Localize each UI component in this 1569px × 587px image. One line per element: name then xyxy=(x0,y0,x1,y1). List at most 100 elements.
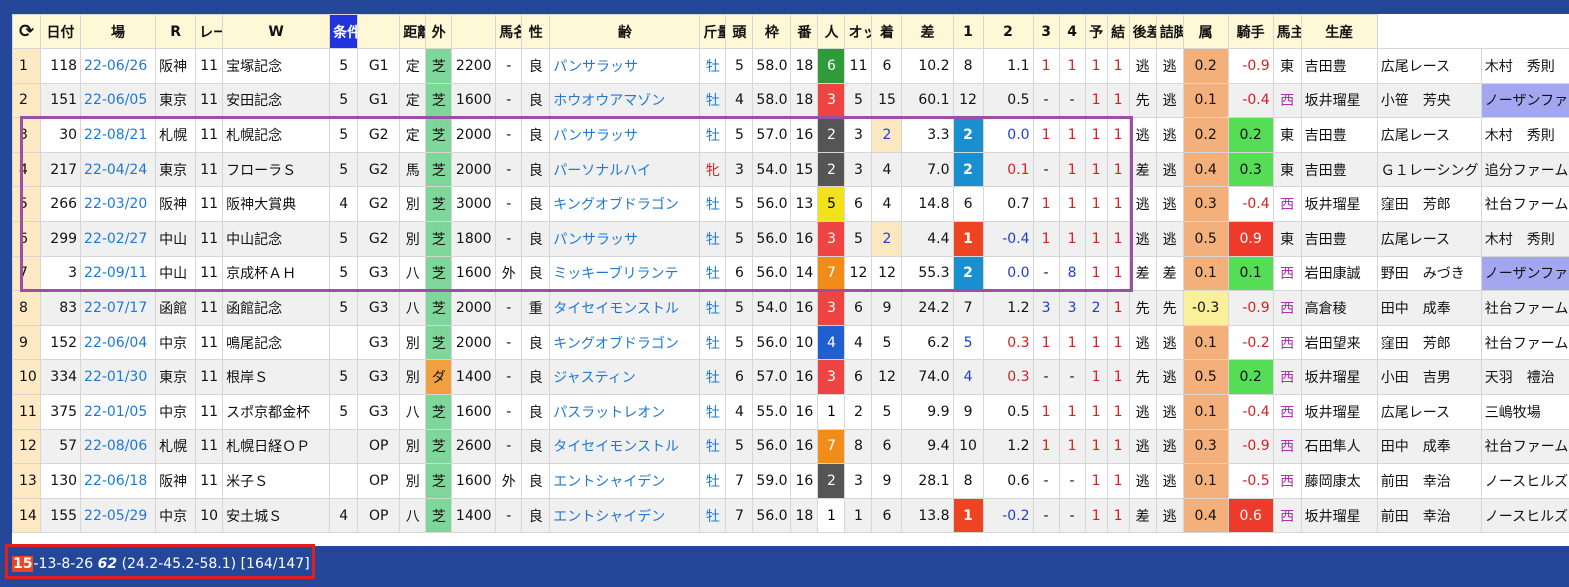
column-header[interactable]: 馬名 xyxy=(495,14,523,49)
column-header[interactable]: 4 xyxy=(1058,14,1086,49)
horse-name-link[interactable]: タイセイモンストル xyxy=(549,290,701,326)
closing-speed: 0.3 xyxy=(1227,151,1274,188)
race-date-link[interactable]: 22-09/11 xyxy=(80,255,157,292)
cell: 8 xyxy=(844,428,873,465)
horse-name-link[interactable]: ホウオウアマゾン xyxy=(549,82,701,119)
race-date-link[interactable]: 22-07/17 xyxy=(80,290,157,326)
table-row[interactable]: 4 217 22-04/24 東京 11 フローラＳ 5 G2 馬芝 2000- 良パーソナルハイ牝… xyxy=(12,151,1569,188)
refresh-icon[interactable]: ⟳ xyxy=(12,14,42,49)
column-header[interactable]: 馬主 xyxy=(1272,14,1302,49)
column-header[interactable] xyxy=(357,14,401,49)
column-header[interactable]: 外 xyxy=(425,14,453,49)
column-header[interactable]: 騎手 xyxy=(1227,14,1274,49)
after-diff: 0.4 xyxy=(1182,497,1229,534)
table-row[interactable]: 1 118 22-06/26 阪神 11 宝塚記念 5 G1 定芝 2200- 良パンサラッサ牡 5 5… xyxy=(12,48,1569,84)
column-header[interactable]: 結 xyxy=(1106,14,1130,49)
affiliation: 東 xyxy=(1272,117,1302,153)
column-header[interactable]: 2 xyxy=(982,14,1034,49)
cell: 12 xyxy=(844,255,873,292)
column-header[interactable]: 性 xyxy=(521,14,551,49)
table-row[interactable]: 2 151 22-06/05 東京 11 安田記念 5 G1 定芝 1600- 良ホウオウアマゾン牡… xyxy=(12,82,1569,119)
race-date-link[interactable]: 22-06/26 xyxy=(80,48,157,84)
owner: 広尾レース xyxy=(1376,117,1482,153)
column-header[interactable]: 番 xyxy=(790,14,819,49)
corner-position: 3 xyxy=(1058,290,1086,326)
race-date-link[interactable]: 22-01/05 xyxy=(80,393,157,430)
horse-name-link[interactable]: キングオブドラゴン xyxy=(549,324,701,361)
horse-name-link[interactable]: パンサラッサ xyxy=(549,117,701,153)
closing-speed: -0.9 xyxy=(1227,48,1274,84)
table-row[interactable]: 3 30 22-08/21 札幌 11 札幌記念 5 G2 定芝 2000- 良パンサラッサ牡 5 57… xyxy=(12,117,1569,153)
horse-name-link[interactable]: タイセイモンストル xyxy=(549,428,701,465)
race-date-link[interactable]: 22-06/18 xyxy=(80,463,157,499)
race-date-link[interactable]: 22-01/30 xyxy=(80,359,157,395)
column-header[interactable]: 予 xyxy=(1084,14,1108,49)
column-header[interactable]: 3 xyxy=(1032,14,1060,49)
column-header[interactable]: 頭 xyxy=(725,14,754,49)
race-date-link[interactable]: 22-02/27 xyxy=(80,220,157,257)
column-header[interactable]: 着 xyxy=(871,14,903,49)
column-header[interactable]: 条件 xyxy=(329,14,359,49)
horse-name-link[interactable]: パスラットレオン xyxy=(549,393,701,430)
affiliation: 東 xyxy=(1272,220,1302,257)
column-header[interactable]: 枠 xyxy=(752,14,792,49)
table-row[interactable]: 13 130 22-06/18 阪神 11 米子Ｓ OP 別芝 1600 外良エントシャイデン牡 7… xyxy=(12,463,1569,499)
table-row[interactable]: 9 152 22-06/04 中京 11 鳴尾記念 G3 別芝 2000- 良キングオブドラゴン牡… xyxy=(12,324,1569,361)
cell: 11 xyxy=(195,151,224,188)
cell: 外 xyxy=(495,255,523,292)
race-date-link[interactable]: 22-03/20 xyxy=(80,186,157,222)
race-date-link[interactable]: 22-06/05 xyxy=(80,82,157,119)
race-date-link[interactable]: 22-04/24 xyxy=(80,151,157,188)
cell: 2000 xyxy=(451,324,497,361)
margin: 0.5 xyxy=(982,393,1034,430)
column-header[interactable]: レース名 xyxy=(195,14,224,49)
horse-name-link[interactable]: ジャスティン xyxy=(549,359,701,395)
horse-name-link[interactable]: キングオブドラゴン xyxy=(549,186,701,222)
race-date-link[interactable]: 22-06/04 xyxy=(80,324,157,361)
horse-name-link[interactable]: パーソナルハイ xyxy=(549,151,701,188)
cell: 16 xyxy=(790,463,819,499)
column-header[interactable]: オッズ xyxy=(844,14,873,49)
column-header[interactable]: 距離 xyxy=(399,14,427,49)
column-header[interactable]: 斤量 xyxy=(699,14,727,49)
popularity: 6 xyxy=(871,48,903,84)
race-date-link[interactable]: 22-08/06 xyxy=(80,428,157,465)
column-header[interactable]: 日付 xyxy=(40,14,82,49)
table-row[interactable]: 10 334 22-01/30 東京 11 根岸Ｓ 5 G3 別ダ 1400- 良ジャスティン牡 6 5… xyxy=(12,359,1569,395)
column-header[interactable]: 人 xyxy=(817,14,846,49)
column-header[interactable]: 属 xyxy=(1182,14,1229,49)
cell: 良 xyxy=(521,463,551,499)
column-header[interactable]: 詰脚 xyxy=(1155,14,1184,49)
column-header[interactable]: 1 xyxy=(952,14,984,49)
table-row[interactable]: 6 299 22-02/27 中山 11 中山記念 5 G2 別芝 1800- 良パンサラッサ牡 5 5… xyxy=(12,220,1569,257)
horse-name-link[interactable]: エントシャイデン xyxy=(549,463,701,499)
cell: 重 xyxy=(521,290,551,326)
horse-name-link[interactable]: エントシャイデン xyxy=(549,497,701,534)
table-row[interactable]: 5 266 22-03/20 阪神 11 阪神大賞典 4 G2 別芝 3000- 良キングオブドラゴ… xyxy=(12,186,1569,222)
column-header[interactable]: 齢 xyxy=(549,14,701,49)
cell: 別 xyxy=(399,186,427,222)
column-header[interactable]: 後差 xyxy=(1128,14,1157,49)
column-header[interactable]: 生産 xyxy=(1300,14,1378,49)
table-row[interactable]: 11 375 22-01/05 中京 11 スポ京都金杯 5 G3 八芝 1600- 良パスラットレ… xyxy=(12,393,1569,430)
corner-position: 1 xyxy=(1084,117,1108,153)
cell: 別 xyxy=(399,463,427,499)
table-row[interactable]: 12 57 22-08/06 札幌 11 札幌日経ＯＰ OP 別芝 2600- 良タイセイモンスト… xyxy=(12,428,1569,465)
corner-position: - xyxy=(1032,359,1060,395)
column-header[interactable]: R xyxy=(155,14,197,49)
column-header[interactable]: 場 xyxy=(80,14,157,49)
race-date-link[interactable]: 22-08/21 xyxy=(80,117,157,153)
cell: 11 xyxy=(195,463,224,499)
table-row[interactable]: 14 155 22-05/29 中京 10 安土城Ｓ 4 OP 八芝 1400- 良エントシャイデン… xyxy=(12,497,1569,534)
horse-name-link[interactable]: パンサラッサ xyxy=(549,220,701,257)
corner-position: 1 xyxy=(1058,220,1086,257)
column-header[interactable]: 差 xyxy=(901,14,954,49)
horse-name-link[interactable]: パンサラッサ xyxy=(549,48,701,84)
table-row[interactable]: 7 3 22-09/11 中山 11 京成杯ＡＨ 5 G3 八芝 1600 外良ミッキーブリランテ牡… xyxy=(12,255,1569,292)
column-header[interactable] xyxy=(451,14,497,49)
horse-name-link[interactable]: ミッキーブリランテ xyxy=(549,255,701,292)
table-row[interactable]: 8 83 22-07/17 函館 11 函館記念 5 G3 八芝 2000- 重タイセイモンストル牡… xyxy=(12,290,1569,326)
race-date-link[interactable]: 22-05/29 xyxy=(80,497,157,534)
corner-position: 1 xyxy=(1106,82,1130,119)
column-header[interactable]: W xyxy=(222,14,331,49)
